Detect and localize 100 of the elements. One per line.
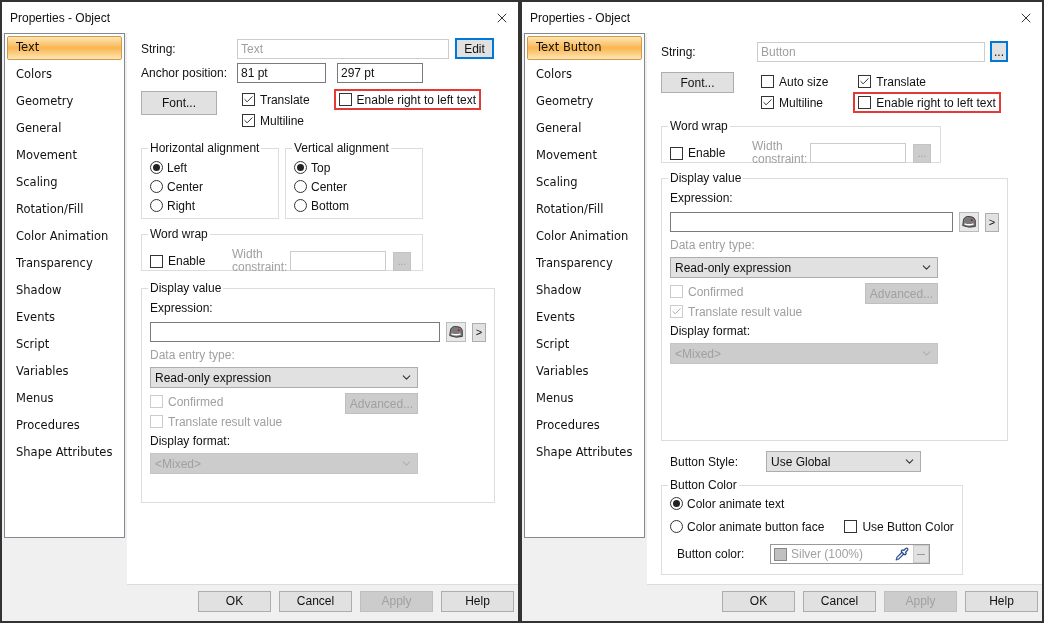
checkbox[interactable]	[242, 114, 255, 127]
expression-field[interactable]	[670, 212, 953, 232]
anchor-label: Anchor position:	[141, 64, 229, 82]
category-item[interactable]: Color Animation	[527, 225, 642, 249]
data-entry-dropdown[interactable]: Read-only expression	[670, 257, 938, 278]
category-item[interactable]: Shape Attributes	[527, 441, 642, 465]
category-item[interactable]: Events	[527, 306, 642, 330]
checkbox-label: Confirmed	[688, 283, 744, 301]
checkbox[interactable]	[338, 93, 352, 106]
category-item[interactable]: Script	[527, 333, 642, 357]
dialog-button[interactable]: Help	[965, 590, 1038, 612]
category-item[interactable]: Shadow	[527, 279, 642, 303]
display-format-label: Display format:	[670, 323, 752, 340]
radio-button[interactable]	[294, 161, 307, 174]
rock-icon[interactable]	[446, 322, 466, 342]
checkbox[interactable]	[858, 75, 872, 88]
data-entry-dropdown[interactable]: Read-only expression	[150, 367, 418, 388]
category-item[interactable]: Colors	[7, 63, 122, 87]
category-item[interactable]: Text Button	[527, 36, 642, 60]
radio-button[interactable]	[294, 199, 307, 212]
group-title: Display value	[149, 280, 223, 297]
category-item[interactable]: General	[527, 117, 642, 141]
category-item[interactable]: Rotation/Fill	[527, 198, 642, 222]
category-item[interactable]: Events	[7, 306, 122, 330]
dialog-button[interactable]: Cancel	[279, 590, 352, 612]
dialog-button[interactable]: OK	[198, 590, 271, 612]
dialog-button[interactable]: Font...	[141, 91, 217, 115]
checkbox-label: Confirmed	[168, 393, 224, 411]
category-item[interactable]: Menus	[7, 387, 122, 411]
category-item[interactable]: Shape Attributes	[7, 441, 122, 465]
category-item[interactable]: Movement	[7, 144, 122, 168]
radio-button[interactable]	[150, 199, 163, 212]
radio-label: Bottom	[311, 197, 349, 215]
color-swatch	[774, 547, 787, 561]
radio-label: Right	[167, 197, 195, 215]
button-style-dropdown[interactable]: Use Global	[766, 451, 921, 472]
category-item[interactable]: Geometry	[527, 90, 642, 114]
category-item[interactable]: General	[7, 117, 122, 141]
radio-button[interactable]	[670, 520, 683, 533]
radio-label: Center	[311, 178, 348, 196]
category-item[interactable]: Colors	[527, 63, 642, 87]
anchor-y-field[interactable]: 297 pt	[337, 62, 423, 83]
checkbox[interactable]	[844, 520, 858, 533]
checkbox[interactable]	[670, 146, 683, 160]
checkbox[interactable]	[761, 75, 774, 88]
category-item[interactable]: Movement	[527, 144, 642, 168]
checkbox[interactable]	[858, 96, 872, 109]
category-item[interactable]: Transparency	[527, 252, 642, 276]
checkbox-label: Translate result value	[168, 413, 283, 431]
checkbox-label: Use Button Color	[862, 518, 954, 536]
category-item[interactable]: Text	[7, 36, 122, 60]
category-item[interactable]: Variables	[527, 360, 642, 384]
category-item[interactable]: Variables	[7, 360, 122, 384]
group-title: Horizontal alignment	[149, 140, 261, 157]
radio-label: Color animate button face	[687, 518, 825, 536]
category-item[interactable]: Scaling	[7, 171, 122, 195]
category-item[interactable]: Color Animation	[7, 225, 122, 249]
category-item[interactable]: Scaling	[527, 171, 642, 195]
category-item[interactable]: Transparency	[7, 252, 122, 276]
rock-icon[interactable]	[959, 212, 979, 232]
checkbox[interactable]	[150, 254, 163, 268]
category-item[interactable]: Script	[7, 333, 122, 357]
string-label: String:	[661, 43, 697, 61]
button-color-label: Button color:	[677, 546, 746, 563]
category-item[interactable]: Procedures	[527, 414, 642, 438]
expression-field[interactable]	[150, 322, 440, 342]
category-item[interactable]: Menus	[527, 387, 642, 411]
width-field[interactable]	[810, 143, 906, 163]
dialog-button[interactable]: Cancel	[803, 590, 876, 612]
data-entry-label: Data entry type:	[670, 237, 756, 254]
eyedropper-icon[interactable]	[895, 547, 909, 561]
expression-label: Expression:	[150, 300, 214, 317]
radio-label: Left	[167, 159, 187, 177]
dialog-button[interactable]: Edit	[455, 38, 494, 59]
arrow-button[interactable]: >	[472, 322, 486, 342]
radio-button[interactable]	[150, 161, 163, 174]
radio-button[interactable]	[150, 180, 163, 193]
checkbox[interactable]	[761, 96, 774, 109]
checkbox-label: Enable right to left text	[876, 94, 996, 112]
group-title: Word wrap	[149, 226, 209, 243]
anchor-x-field[interactable]: 81 pt	[237, 62, 326, 83]
checkbox-label: Multiline	[779, 94, 823, 112]
group-title: Display value	[669, 170, 743, 187]
dialog-button[interactable]: Help	[441, 590, 514, 612]
dialog-button[interactable]: Font...	[661, 72, 734, 93]
width-field[interactable]	[290, 251, 386, 271]
checkbox-label: Enable	[688, 145, 726, 162]
group-title: Button Color	[669, 477, 738, 494]
category-item[interactable]: Shadow	[7, 279, 122, 303]
checkmark-icon	[859, 76, 871, 87]
category-item[interactable]: Rotation/Fill	[7, 198, 122, 222]
checkbox-label: Enable right to left text	[356, 91, 476, 109]
checkbox[interactable]	[242, 93, 255, 106]
arrow-button[interactable]: >	[985, 212, 999, 232]
radio-button[interactable]	[670, 497, 683, 510]
dialog-button[interactable]: OK	[722, 590, 795, 612]
dialog-button[interactable]: ...	[990, 41, 1008, 62]
radio-button[interactable]	[294, 180, 307, 193]
category-item[interactable]: Geometry	[7, 90, 122, 114]
category-item[interactable]: Procedures	[7, 414, 122, 438]
